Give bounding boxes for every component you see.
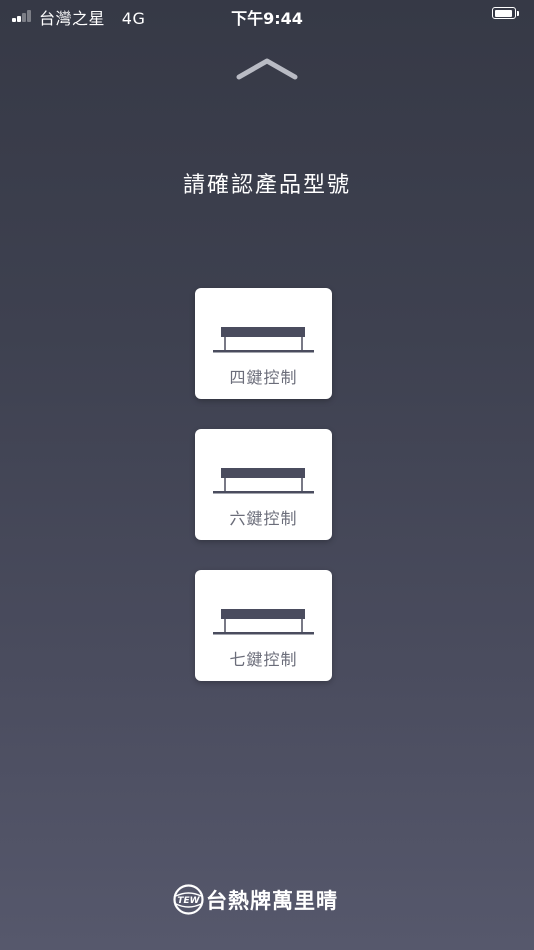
status-time: 下午9:44 [231, 9, 303, 28]
page-title: 請確認產品型號 [182, 173, 351, 198]
option-six-key-control[interactable]: 六鍵控制 [195, 429, 332, 540]
switch-panel-icon [213, 609, 314, 635]
status-bar: 台灣之星 4G 下午9:44 [0, 0, 534, 30]
brand-name: 台熱牌萬里晴 [206, 889, 338, 913]
brand-logo-text: TEW [177, 896, 200, 906]
battery-icon [492, 7, 520, 21]
switch-panel-icon [213, 327, 314, 353]
brand-footer: TEW 台熱牌萬里晴 [173, 884, 373, 916]
option-seven-key-control[interactable]: 七鍵控制 [195, 570, 332, 681]
chevron-up-icon[interactable] [234, 54, 300, 84]
option-label: 七鍵控制 [229, 650, 298, 669]
product-model-list: 四鍵控制 六鍵控制 七鍵控制 [195, 288, 332, 711]
brand-logo-icon: TEW [173, 884, 204, 915]
switch-panel-icon [213, 468, 314, 494]
option-label: 四鍵控制 [229, 368, 298, 387]
option-four-key-control[interactable]: 四鍵控制 [195, 288, 332, 399]
option-label: 六鍵控制 [229, 509, 298, 528]
